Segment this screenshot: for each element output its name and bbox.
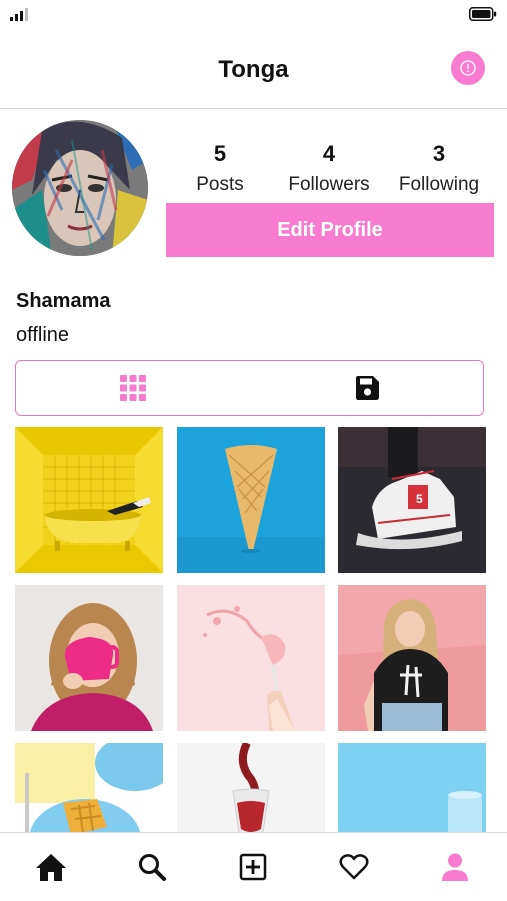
add-post-icon [239,853,266,881]
following-label: Following [398,174,480,195]
stat-following[interactable]: 3 Following [383,138,495,200]
edit-profile-button[interactable]: Edit Profile [166,203,494,257]
post-thumbnail[interactable] [15,743,163,832]
stat-posts[interactable]: 5 Posts [164,138,276,200]
nav-add-post[interactable] [202,833,303,901]
post-thumbnail[interactable] [177,585,325,731]
post-thumbnail[interactable] [15,585,163,731]
posts-count: 5 [213,141,227,166]
status-bar [0,0,507,30]
post-thumbnail[interactable] [177,743,325,832]
save-icon [356,375,379,400]
post-thumbnail[interactable] [338,585,486,731]
followers-count: 4 [322,141,336,166]
following-count: 3 [432,141,446,166]
profile-icon [441,853,468,881]
post-thumbnail[interactable]: 5 [338,427,486,573]
search-icon [138,854,166,881]
signal-icon [10,8,28,21]
svg-text:5: 5 [416,492,423,506]
home-icon [35,854,66,881]
post-thumbnail[interactable] [177,427,325,573]
posts-label: Posts [196,174,244,195]
bottom-nav [0,832,507,901]
heart-icon [338,854,369,880]
stat-followers[interactable]: 4 Followers [273,138,385,200]
info-button[interactable] [451,51,485,85]
grid-icon [120,374,146,401]
profile-tabs [15,360,484,416]
info-icon [460,60,476,76]
tab-saved[interactable] [250,361,484,414]
post-thumbnail[interactable] [338,743,486,832]
nav-home[interactable] [0,833,101,901]
user-status: offline [16,324,70,346]
nav-activity[interactable] [303,833,404,901]
avatar [12,120,148,256]
page-title: Tonga [218,56,289,83]
nav-search[interactable] [101,833,202,901]
followers-label: Followers [288,174,370,195]
header: Tonga [0,30,507,109]
battery-icon [469,7,497,21]
tab-grid[interactable] [16,361,250,414]
nav-profile[interactable] [404,833,505,901]
post-thumbnail[interactable] [15,427,163,573]
username: Shamama [16,290,111,312]
post-grid: 5 [0,427,507,832]
